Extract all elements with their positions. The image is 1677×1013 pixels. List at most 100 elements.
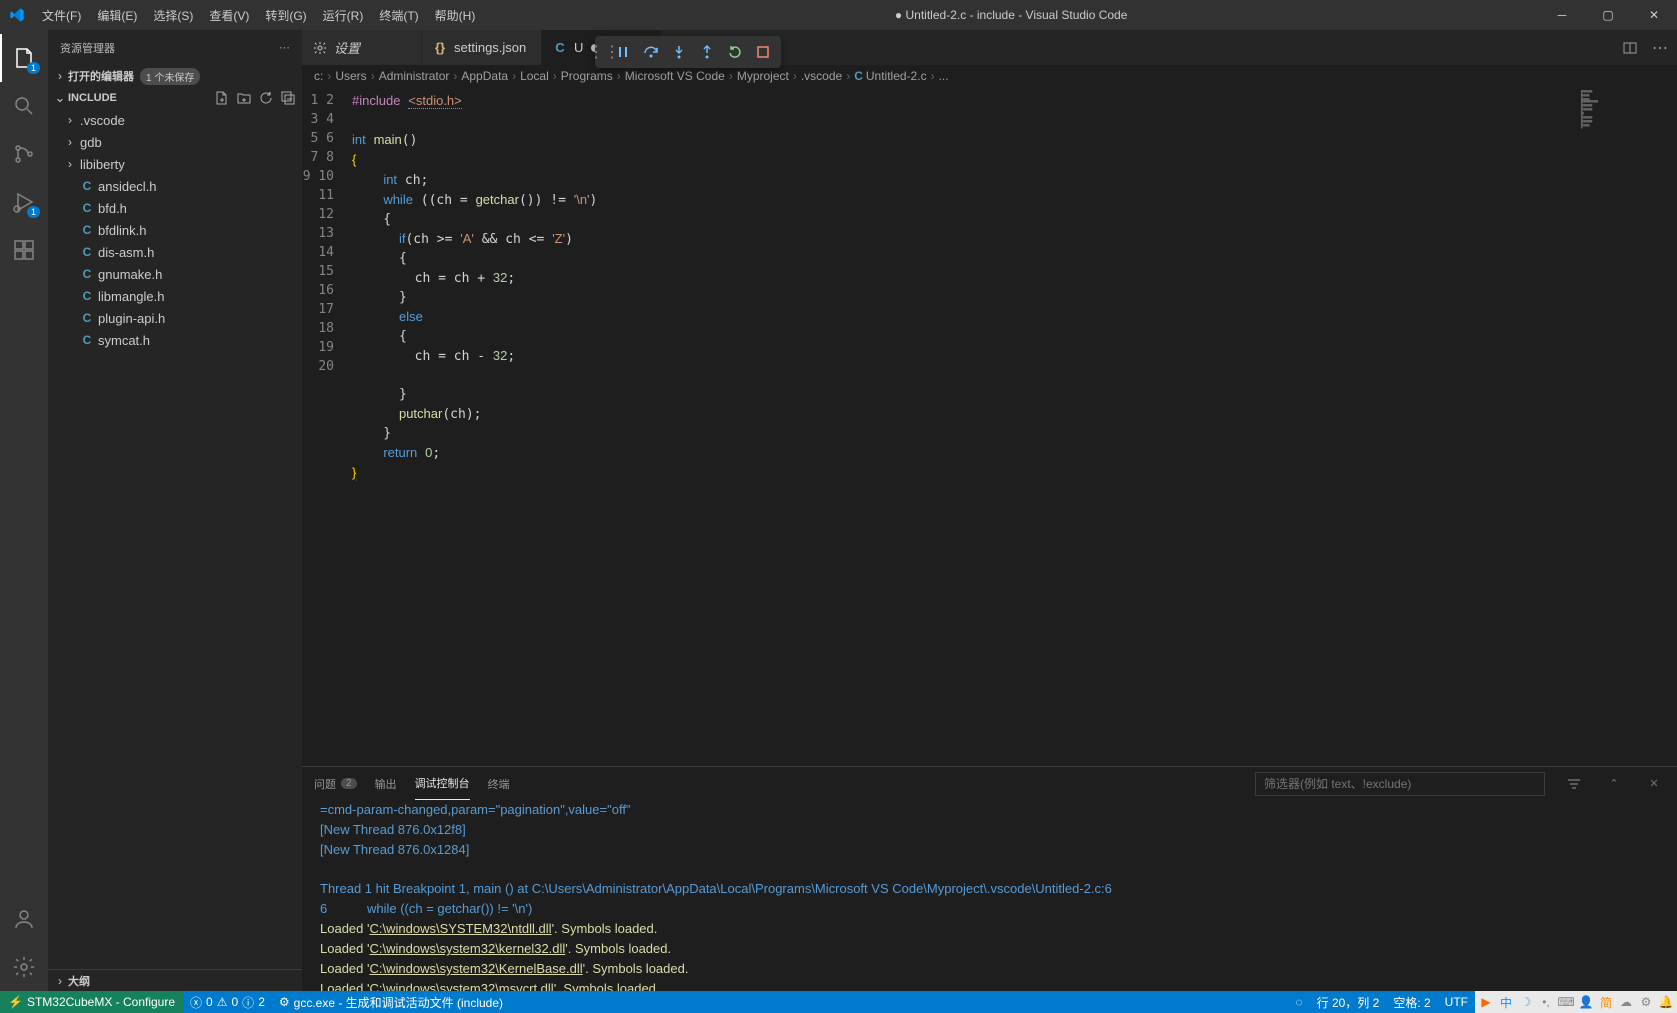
tree-item[interactable]: Clibmangle.h xyxy=(48,285,302,307)
menu-edit[interactable]: 编辑(E) xyxy=(89,0,145,30)
tree-item[interactable]: Cbfdlink.h xyxy=(48,219,302,241)
debug-restart-button[interactable] xyxy=(721,38,749,66)
panel-output-tab[interactable]: 输出 xyxy=(375,767,397,800)
tree-item[interactable]: Cbfd.h xyxy=(48,197,302,219)
refresh-icon[interactable] xyxy=(256,88,276,108)
tree-item[interactable]: Cplugin-api.h xyxy=(48,307,302,329)
status-spaces[interactable]: 空格: 2 xyxy=(1386,991,1437,1013)
tray-punct-icon[interactable]: •, xyxy=(1537,993,1555,1011)
debug-console-output[interactable]: =cmd-param-changed,param="pagination",va… xyxy=(302,800,1677,991)
breadcrumb-seg[interactable]: Microsoft VS Code xyxy=(625,69,725,83)
debug-stop-button[interactable] xyxy=(749,38,777,66)
breadcrumb-seg[interactable]: c: xyxy=(314,69,323,83)
status-problems[interactable]: ⓧ0 ⚠0 ⓘ2 xyxy=(183,991,272,1013)
error-icon: ⓧ xyxy=(190,994,202,1011)
tray-simp-icon[interactable]: 简 xyxy=(1597,993,1615,1011)
activity-scm[interactable] xyxy=(0,130,48,178)
more-icon[interactable]: ⋯ xyxy=(279,41,290,54)
panel-problems-tab[interactable]: 问题2 xyxy=(314,767,357,800)
activity-debug[interactable]: 1 xyxy=(0,178,48,226)
menu-terminal[interactable]: 终端(T) xyxy=(371,0,426,30)
editor-tabs: 设置{}settings.jsonCU ⋯ xyxy=(302,30,1677,65)
panel-up-icon[interactable]: ⌃ xyxy=(1603,773,1625,795)
code-content[interactable]: #include <stdio.h> int main() { int ch; … xyxy=(352,87,1577,766)
tree-item[interactable]: Cgnumake.h xyxy=(48,263,302,285)
tray-moon-icon[interactable]: ☽ xyxy=(1517,993,1535,1011)
menu-run[interactable]: 运行(R) xyxy=(315,0,372,30)
breadcrumb-seg[interactable]: Users xyxy=(335,69,366,83)
drag-handle-icon[interactable]: ⋮⋮ xyxy=(599,42,609,62)
tray-user-icon[interactable]: 👤 xyxy=(1577,993,1595,1011)
breadcrumb-seg[interactable]: Programs xyxy=(561,69,613,83)
activity-account[interactable] xyxy=(0,895,48,943)
new-file-icon[interactable] xyxy=(212,88,232,108)
tray-keyboard-icon[interactable]: ⌨ xyxy=(1557,993,1575,1011)
c-file-icon: C xyxy=(78,201,96,215)
menu-select[interactable]: 选择(S) xyxy=(145,0,201,30)
breadcrumb-seg[interactable]: Administrator xyxy=(379,69,450,83)
tray-bell-icon[interactable]: 🔔 xyxy=(1657,993,1675,1011)
new-folder-icon[interactable] xyxy=(234,88,254,108)
status-encoding[interactable]: UTF xyxy=(1438,991,1475,1013)
tree-item[interactable]: ›libiberty xyxy=(48,153,302,175)
maximize-button[interactable]: ▢ xyxy=(1585,0,1631,30)
menu-view[interactable]: 查看(V) xyxy=(201,0,257,30)
open-editors-section[interactable]: › 打开的编辑器 1 个未保存 xyxy=(48,65,302,87)
activity-extensions[interactable] xyxy=(0,226,48,274)
breadcrumb-seg[interactable]: Myproject xyxy=(737,69,789,83)
panel-terminal-tab[interactable]: 终端 xyxy=(488,767,510,800)
tray-ime-icon[interactable]: 中 xyxy=(1497,993,1515,1011)
debug-toolbar[interactable]: ⋮⋮ xyxy=(595,36,781,68)
debug-step-out-button[interactable] xyxy=(693,38,721,66)
tree-item[interactable]: ›gdb xyxy=(48,131,302,153)
tray-cloud-icon[interactable]: ☁ xyxy=(1617,993,1635,1011)
activity-explorer[interactable]: 1 xyxy=(0,34,48,82)
collapse-icon[interactable] xyxy=(278,88,298,108)
tray-icon[interactable]: ▶ xyxy=(1477,993,1495,1011)
debug-step-over-button[interactable] xyxy=(637,38,665,66)
close-button[interactable]: ✕ xyxy=(1631,0,1677,30)
breadcrumb-seg[interactable]: ... xyxy=(939,69,949,83)
debug-pause-button[interactable] xyxy=(609,38,637,66)
status-spinner[interactable]: ◌ xyxy=(1288,991,1309,1013)
menu-file[interactable]: 文件(F) xyxy=(34,0,89,30)
editor-body[interactable]: 1 2 3 4 5 6 7 8 9 10 11 12 13 14 15 16 1… xyxy=(302,87,1677,766)
breadcrumb-seg[interactable]: .vscode xyxy=(801,69,842,83)
tree-item[interactable]: Cansidecl.h xyxy=(48,175,302,197)
breadcrumb[interactable]: c:›Users›Administrator›AppData›Local›Pro… xyxy=(302,65,1677,87)
activity-settings[interactable] xyxy=(0,943,48,991)
status-remote[interactable]: ⚡STM32CubeMX - Configure xyxy=(0,991,183,1013)
editor-tab[interactable]: 设置 xyxy=(302,30,422,65)
C-icon: C xyxy=(552,40,568,56)
editor-tab[interactable]: {}settings.json xyxy=(422,30,542,65)
breadcrumb-seg[interactable]: CUntitled-2.c xyxy=(854,69,926,83)
panel-debug-tab[interactable]: 调试控制台 xyxy=(415,767,470,800)
breadcrumb-seg[interactable]: Local xyxy=(520,69,549,83)
menu-go[interactable]: 转到(G) xyxy=(257,0,314,30)
status-task[interactable]: ⚙gcc.exe - 生成和调试活动文件 (include) xyxy=(272,991,510,1013)
editor-area: 设置{}settings.jsonCU ⋯ c:›Users›Administr… xyxy=(302,30,1677,991)
minimap[interactable]: ████████████████████████████████████████… xyxy=(1577,87,1677,766)
c-file-icon: C xyxy=(78,289,96,303)
minimize-button[interactable]: ─ xyxy=(1539,0,1585,30)
status-bar: ⚡STM32CubeMX - Configure ⓧ0 ⚠0 ⓘ2 ⚙gcc.e… xyxy=(0,991,1677,1013)
status-cursor[interactable]: 行 20，列 2 xyxy=(1310,991,1387,1013)
sidebar-header: 资源管理器 ⋯ xyxy=(48,30,302,65)
activity-search[interactable] xyxy=(0,82,48,130)
debug-step-into-button[interactable] xyxy=(665,38,693,66)
panel-close-icon[interactable]: ✕ xyxy=(1643,773,1665,795)
tree-item[interactable]: Cdis-asm.h xyxy=(48,241,302,263)
panel-filter-input[interactable] xyxy=(1255,772,1545,796)
outline-section[interactable]: › 大纲 xyxy=(48,969,302,991)
breadcrumb-seg[interactable]: AppData xyxy=(461,69,508,83)
menu-help[interactable]: 帮助(H) xyxy=(427,0,484,30)
filter-settings-icon[interactable] xyxy=(1563,773,1585,795)
braces-icon: {} xyxy=(432,40,448,56)
tray-gear-icon[interactable]: ⚙ xyxy=(1637,993,1655,1011)
folder-header[interactable]: ⌄ INCLUDE xyxy=(48,87,302,109)
more-icon[interactable]: ⋯ xyxy=(1649,37,1671,59)
tree-item[interactable]: ›.vscode xyxy=(48,109,302,131)
tree-item[interactable]: Csymcat.h xyxy=(48,329,302,351)
split-editor-icon[interactable] xyxy=(1619,37,1641,59)
c-file-icon: C xyxy=(78,179,96,193)
